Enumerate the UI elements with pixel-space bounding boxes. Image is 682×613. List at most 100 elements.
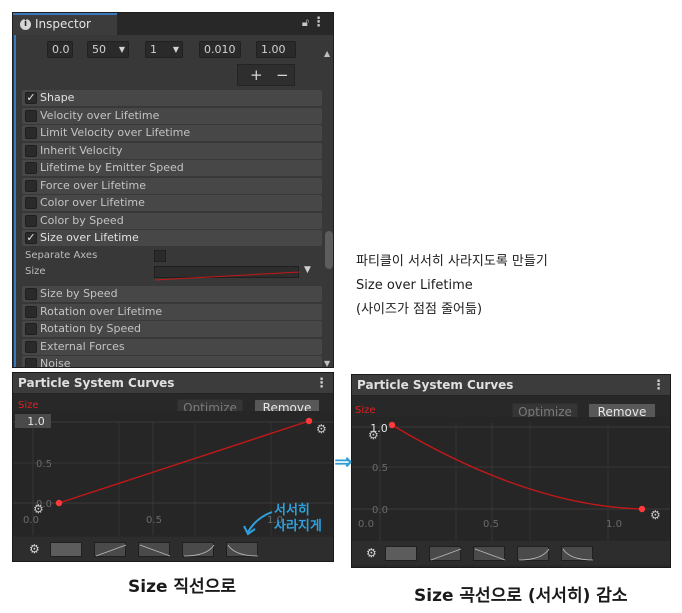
checkbox[interactable] [25,340,37,353]
module-lifetime-by-emitter-speed[interactable]: Lifetime by Emitter Speed [22,160,322,176]
add-button[interactable]: + [250,66,263,84]
module-external-forces[interactable]: External Forces [22,338,322,355]
checkbox[interactable] [25,162,37,174]
checkbox[interactable] [25,127,37,139]
preset-ease-out[interactable] [226,542,259,557]
checkbox[interactable] [25,179,37,192]
module-noise[interactable]: Noise [22,356,322,367]
checkbox[interactable] [25,197,37,209]
curve-key-start[interactable] [55,499,63,507]
interval-field[interactable]: 0.010 [199,41,241,58]
module-label: Lifetime by Emitter Speed [40,161,184,174]
gear-icon[interactable]: ⚙ [366,546,377,560]
size-curve-label: Size [355,405,376,416]
size-curve-label: Size [18,400,39,411]
curve-editor-curved[interactable]: 1.0 0.5 0.0 0.0 0.5 1.0 ⚙ ⚙ [352,417,671,541]
kebab-menu-icon[interactable]: ⋮ [312,15,325,30]
explanation-note: 파티클이 서서히 사라지도록 만들기 Size over Lifetime (사… [356,250,548,322]
remove-burst-button[interactable]: − [276,66,289,84]
scroll-up-icon[interactable]: ▲ [324,49,330,58]
note-line-2: Size over Lifetime [356,278,473,293]
scroll-thumb[interactable] [325,231,333,269]
checkbox[interactable] [25,305,37,318]
preset-linear-up[interactable] [429,546,462,561]
checkbox-checked[interactable]: ✓ [25,232,37,244]
checkbox-checked[interactable]: ✓ [25,92,37,104]
kebab-menu-icon[interactable]: ⋮ [652,375,665,396]
module-color-over-lifetime[interactable]: Color over Lifetime [22,195,322,211]
checkbox[interactable] [25,109,37,122]
curves-title: Particle System Curves [357,378,514,392]
module-label: Rotation over Lifetime [40,304,163,318]
x-label-mid: 0.5 [146,515,162,526]
curve-key-start[interactable] [388,421,396,429]
cycles-value: 1 [150,43,157,56]
x-label-start: 0.0 [23,515,39,526]
count-value: 50 [92,43,106,56]
size-curve-preview [154,271,301,281]
gear-icon[interactable]: ⚙ [33,502,44,516]
gear-icon[interactable]: ⚙ [650,508,661,522]
gear-icon[interactable]: ⚙ [316,422,327,436]
preset-ease-out[interactable] [561,546,594,561]
preset-linear-down[interactable] [138,542,171,557]
dropdown-arrow-icon[interactable]: ▼ [304,265,311,275]
note-line-1: 파티클이 서서히 사라지도록 만들기 [356,254,548,269]
preset-linear-up[interactable] [94,542,127,557]
lock-icon[interactable]: 🔓︎ [302,16,309,30]
curve-key-end[interactable] [638,505,646,513]
add-remove-group: + − [237,64,295,86]
checkbox[interactable] [25,214,37,227]
preset-flat[interactable] [385,546,417,561]
checkbox[interactable] [25,358,37,367]
preset-ease-in[interactable] [182,542,215,557]
probability-field[interactable]: 1.00 [256,41,296,58]
tab-inspector[interactable]: i Inspector [13,13,117,35]
checkbox[interactable] [25,288,37,300]
gear-icon[interactable]: ⚙ [29,542,40,556]
checkbox[interactable] [25,323,37,335]
cycles-field[interactable]: 1 ▼ [145,41,183,58]
preset-flat[interactable] [50,542,82,557]
module-inherit-velocity[interactable]: Inherit Velocity [22,142,322,159]
module-label: Limit Velocity over Lifetime [40,126,191,139]
count-field[interactable]: 50 ▼ [87,41,129,58]
time-field[interactable]: 0.0 [47,41,73,58]
dropdown-arrow-icon[interactable]: ▼ [173,42,179,57]
kebab-menu-icon[interactable]: ⋮ [315,373,328,394]
scroll-down-icon[interactable]: ▼ [324,359,330,367]
curves-header: Particle System Curves ⋮ [352,375,670,396]
preset-linear-down[interactable] [473,546,506,561]
module-velocity-over-lifetime[interactable]: Velocity over Lifetime [22,107,322,124]
module-label: Velocity over Lifetime [40,108,160,122]
preset-ease-in[interactable] [517,546,550,561]
probability-value: 1.00 [261,43,286,56]
module-force-over-lifetime[interactable]: Force over Lifetime [22,177,322,194]
y-label-mid: 0.5 [36,459,52,470]
module-shape[interactable]: ✓ Shape [22,90,322,106]
separate-axes-label: Separate Axes [25,250,98,261]
curve-key-end[interactable] [305,417,313,425]
curves-panel-curved: Particle System Curves ⋮ Optimize Remove… [351,374,671,568]
module-size-by-speed[interactable]: Size by Speed [22,286,322,302]
dropdown-arrow-icon[interactable]: ▼ [119,42,125,57]
x-label-end: 1.0 [606,519,622,530]
module-limit-velocity[interactable]: Limit Velocity over Lifetime [22,125,322,141]
module-color-by-speed[interactable]: Color by Speed [22,212,322,229]
module-size-over-lifetime[interactable]: ✓ Size over Lifetime [22,230,322,246]
module-rotation-by-speed[interactable]: Rotation by Speed [22,321,322,337]
inspector-scrollbar[interactable]: ▲ ▼ [324,49,333,367]
module-label: Size by Speed [40,287,118,300]
module-label: Size over Lifetime [40,231,139,244]
checkbox[interactable] [25,144,37,157]
module-rotation-over-lifetime[interactable]: Rotation over Lifetime [22,303,322,320]
separate-axes-checkbox[interactable] [154,250,166,262]
blue-note-line-2: 사라지게 [274,519,322,534]
size-curve-field[interactable] [154,266,301,281]
blue-arrow-annotation [243,511,273,536]
module-label: Color over Lifetime [40,196,145,209]
handwritten-note-blue: 서서히 사라지게 [274,503,322,535]
gear-icon[interactable]: ⚙ [368,428,379,442]
size-over-lifetime-settings: Separate Axes Size ▼ [22,248,322,284]
note-line-3: (사이즈가 점점 줄어듦) [356,302,483,317]
